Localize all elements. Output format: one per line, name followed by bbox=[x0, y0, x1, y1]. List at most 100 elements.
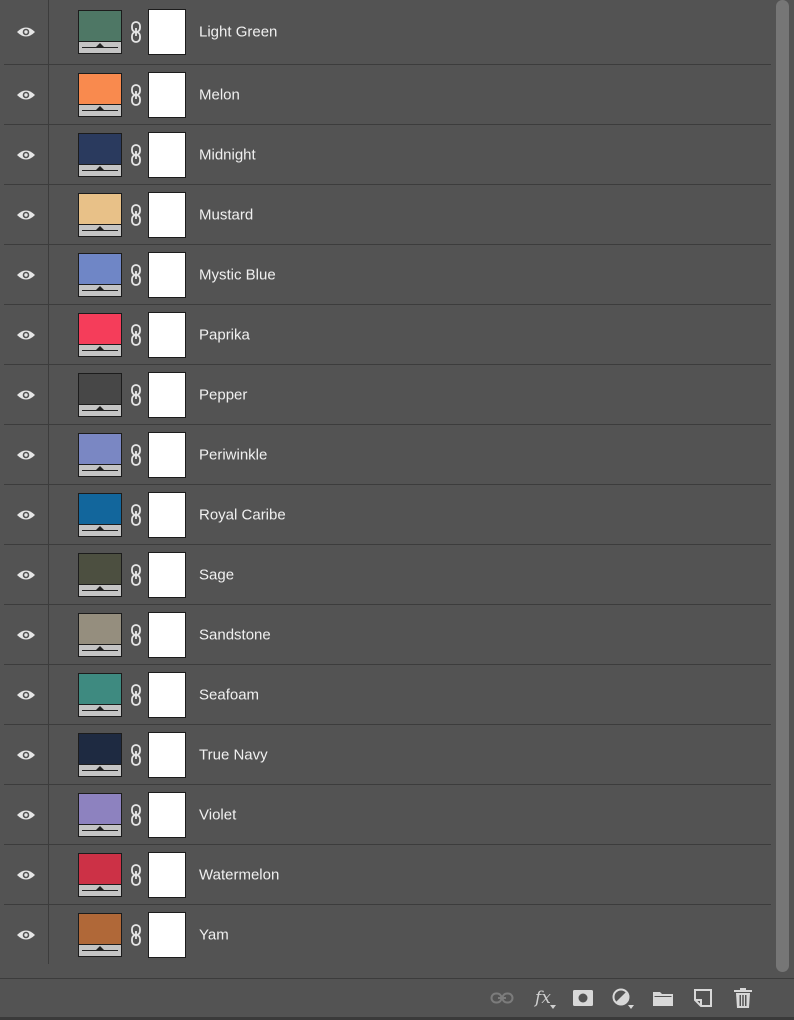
mask-link-icon[interactable] bbox=[129, 863, 143, 886]
new-layer-icon[interactable] bbox=[691, 987, 715, 1009]
layer-row[interactable]: Mystic Blue bbox=[4, 244, 771, 304]
visibility-toggle[interactable] bbox=[4, 245, 49, 304]
color-fill-thumbnail[interactable] bbox=[78, 672, 122, 717]
layer-mask-thumbnail[interactable] bbox=[148, 251, 186, 298]
mask-link-icon[interactable] bbox=[129, 683, 143, 706]
layer-mask-thumbnail[interactable] bbox=[148, 791, 186, 838]
layer-name[interactable]: True Navy bbox=[199, 746, 268, 763]
layer-row[interactable]: Melon bbox=[4, 64, 771, 124]
adjustment-layer-icon[interactable] bbox=[611, 987, 635, 1009]
layer-name[interactable]: Watermelon bbox=[199, 866, 279, 883]
layer-mask-thumbnail[interactable] bbox=[148, 671, 186, 718]
visibility-toggle[interactable] bbox=[4, 305, 49, 364]
layer-mask-thumbnail[interactable] bbox=[148, 551, 186, 598]
layer-mask-thumbnail[interactable] bbox=[148, 311, 186, 358]
mask-link-icon[interactable] bbox=[129, 263, 143, 286]
layer-row[interactable]: Mustard bbox=[4, 184, 771, 244]
color-fill-thumbnail[interactable] bbox=[78, 612, 122, 657]
layer-mask-thumbnail[interactable] bbox=[148, 431, 186, 478]
visibility-toggle[interactable] bbox=[4, 0, 49, 64]
mask-link-icon[interactable] bbox=[129, 563, 143, 586]
layer-name[interactable]: Mustard bbox=[199, 206, 253, 223]
layer-row[interactable]: Royal Caribe bbox=[4, 484, 771, 544]
add-mask-icon[interactable] bbox=[571, 987, 595, 1009]
layer-name[interactable]: Mystic Blue bbox=[199, 266, 276, 283]
mask-link-icon[interactable] bbox=[129, 803, 143, 826]
color-fill-thumbnail[interactable] bbox=[78, 792, 122, 837]
layer-row[interactable]: Violet bbox=[4, 784, 771, 844]
visibility-toggle[interactable] bbox=[4, 425, 49, 484]
layer-mask-thumbnail[interactable] bbox=[148, 611, 186, 658]
layer-mask-thumbnail[interactable] bbox=[148, 131, 186, 178]
color-fill-thumbnail[interactable] bbox=[78, 912, 122, 957]
visibility-toggle[interactable] bbox=[4, 185, 49, 244]
layer-name[interactable]: Melon bbox=[199, 86, 240, 103]
layer-mask-thumbnail[interactable] bbox=[148, 71, 186, 118]
layer-mask-thumbnail[interactable] bbox=[148, 9, 186, 55]
visibility-toggle[interactable] bbox=[4, 485, 49, 544]
mask-link-icon[interactable] bbox=[129, 383, 143, 406]
visibility-toggle[interactable] bbox=[4, 785, 49, 844]
layer-row[interactable]: Light Green bbox=[4, 0, 771, 64]
layer-name[interactable]: Midnight bbox=[199, 146, 256, 163]
layer-row[interactable]: Watermelon bbox=[4, 844, 771, 904]
layer-mask-thumbnail[interactable] bbox=[148, 191, 186, 238]
layer-mask-thumbnail[interactable] bbox=[148, 911, 186, 958]
layer-mask-thumbnail[interactable] bbox=[148, 491, 186, 538]
color-fill-thumbnail[interactable] bbox=[78, 312, 122, 357]
mask-link-icon[interactable] bbox=[129, 21, 143, 43]
layer-name[interactable]: Yam bbox=[199, 926, 229, 943]
scrollbar-thumb[interactable] bbox=[776, 0, 789, 972]
mask-link-icon[interactable] bbox=[129, 503, 143, 526]
mask-link-icon[interactable] bbox=[129, 143, 143, 166]
color-fill-thumbnail[interactable] bbox=[78, 10, 122, 54]
color-fill-thumbnail[interactable] bbox=[78, 852, 122, 897]
color-fill-thumbnail[interactable] bbox=[78, 732, 122, 777]
trash-icon[interactable] bbox=[731, 987, 755, 1009]
mask-link-icon[interactable] bbox=[129, 83, 143, 106]
mask-link-icon[interactable] bbox=[129, 323, 143, 346]
fx-icon[interactable]: fx bbox=[531, 987, 556, 1009]
visibility-toggle[interactable] bbox=[4, 665, 49, 724]
layer-name[interactable]: Royal Caribe bbox=[199, 506, 286, 523]
mask-link-icon[interactable] bbox=[129, 923, 143, 946]
visibility-toggle[interactable] bbox=[4, 605, 49, 664]
layer-row[interactable]: Sandstone bbox=[4, 604, 771, 664]
group-folder-icon[interactable] bbox=[651, 987, 675, 1009]
color-fill-thumbnail[interactable] bbox=[78, 552, 122, 597]
mask-link-icon[interactable] bbox=[129, 443, 143, 466]
color-fill-thumbnail[interactable] bbox=[78, 252, 122, 297]
layer-row[interactable]: Pepper bbox=[4, 364, 771, 424]
layer-name[interactable]: Sage bbox=[199, 566, 234, 583]
layer-row[interactable]: Yam bbox=[4, 904, 771, 964]
layer-row[interactable]: True Navy bbox=[4, 724, 771, 784]
layer-row[interactable]: Seafoam bbox=[4, 664, 771, 724]
mask-link-icon[interactable] bbox=[129, 623, 143, 646]
color-fill-thumbnail[interactable] bbox=[78, 72, 122, 117]
layer-name[interactable]: Periwinkle bbox=[199, 446, 267, 463]
color-fill-thumbnail[interactable] bbox=[78, 492, 122, 537]
visibility-toggle[interactable] bbox=[4, 545, 49, 604]
mask-link-icon[interactable] bbox=[129, 743, 143, 766]
visibility-toggle[interactable] bbox=[4, 725, 49, 784]
layer-name[interactable]: Pepper bbox=[199, 386, 247, 403]
visibility-toggle[interactable] bbox=[4, 365, 49, 424]
layer-row[interactable]: Paprika bbox=[4, 304, 771, 364]
link-layers-icon[interactable] bbox=[490, 987, 514, 1009]
layer-name[interactable]: Paprika bbox=[199, 326, 250, 343]
visibility-toggle[interactable] bbox=[4, 125, 49, 184]
layer-row[interactable]: Sage bbox=[4, 544, 771, 604]
layer-row[interactable]: Periwinkle bbox=[4, 424, 771, 484]
layer-row[interactable]: Midnight bbox=[4, 124, 771, 184]
visibility-toggle[interactable] bbox=[4, 845, 49, 904]
layer-name[interactable]: Light Green bbox=[199, 24, 277, 41]
color-fill-thumbnail[interactable] bbox=[78, 432, 122, 477]
visibility-toggle[interactable] bbox=[4, 905, 49, 964]
mask-link-icon[interactable] bbox=[129, 203, 143, 226]
color-fill-thumbnail[interactable] bbox=[78, 132, 122, 177]
color-fill-thumbnail[interactable] bbox=[78, 192, 122, 237]
layer-name[interactable]: Violet bbox=[199, 806, 236, 823]
layer-name[interactable]: Seafoam bbox=[199, 686, 259, 703]
layer-mask-thumbnail[interactable] bbox=[148, 851, 186, 898]
layer-name[interactable]: Sandstone bbox=[199, 626, 271, 643]
